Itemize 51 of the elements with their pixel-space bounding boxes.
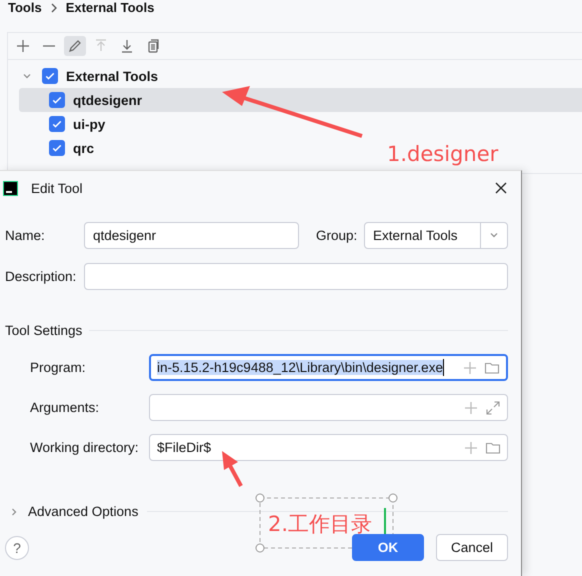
setting-field[interactable] [149,394,508,421]
checkmark-icon [44,70,56,82]
ok-button[interactable]: OK [352,534,424,561]
cancel-button[interactable]: Cancel [436,534,508,561]
description-field[interactable] [84,262,508,290]
chevron-right-icon [50,2,58,12]
plus-icon[interactable] [462,360,478,376]
text-cursor [384,508,386,536]
help-button[interactable]: ? [5,536,29,560]
description-label: Description: [5,268,78,284]
checkbox[interactable] [42,68,58,84]
setting-label: Arguments: [30,400,100,415]
checkmark-icon [51,142,63,154]
selected-tree-row[interactable]: qtdesigenr [19,88,582,112]
checkbox[interactable] [49,92,65,108]
advanced-options-toggle[interactable]: Advanced Options [28,504,138,519]
add-icon [15,38,31,54]
close-icon[interactable] [495,182,507,194]
expand-chevron-icon[interactable] [9,506,19,516]
setting-field[interactable]: in-5.15.2-h19c9488_12\Library\bin\designer.exe [149,354,508,381]
breadcrumb-item[interactable]: External Tools [66,0,154,15]
setting-field[interactable]: $FileDir$ [149,434,508,461]
name-field[interactable]: qtdesigenr [84,222,299,248]
breadcrumb-item[interactable]: Tools [8,0,42,15]
annotation-arrow [222,451,243,487]
section-title: Tool Settings [5,322,82,338]
tree-item-label[interactable]: qtdesigenr [73,92,142,108]
setting-label: Working directory: [30,440,140,455]
dialog-title: Edit Tool [31,180,84,196]
annotation-text: 1.designer [387,142,498,166]
checkmark-icon [51,94,63,106]
group-dropdown[interactable]: External Tools [364,222,508,248]
move-down-icon [119,38,135,54]
tree-item-label[interactable]: External Tools [66,68,158,84]
checkbox[interactable] [49,116,65,132]
app-logo-icon [3,180,18,196]
checkbox[interactable] [49,140,65,156]
tree-item-label[interactable]: qrc [73,140,94,156]
expand-chevron-icon[interactable] [22,71,32,81]
plus-icon[interactable] [463,400,479,416]
name-label: Name: [5,228,46,242]
setting-label: Program: [30,360,87,375]
edit-button[interactable] [64,36,86,56]
chevron-down-icon [489,230,499,240]
move-up-icon [93,38,109,54]
edit-icon [67,38,83,54]
group-label: Group: [316,228,358,242]
expand-icon[interactable] [485,400,501,416]
plus-icon[interactable] [463,440,479,456]
checkmark-icon [51,118,63,130]
tree-item-label[interactable]: ui-py [73,116,106,132]
